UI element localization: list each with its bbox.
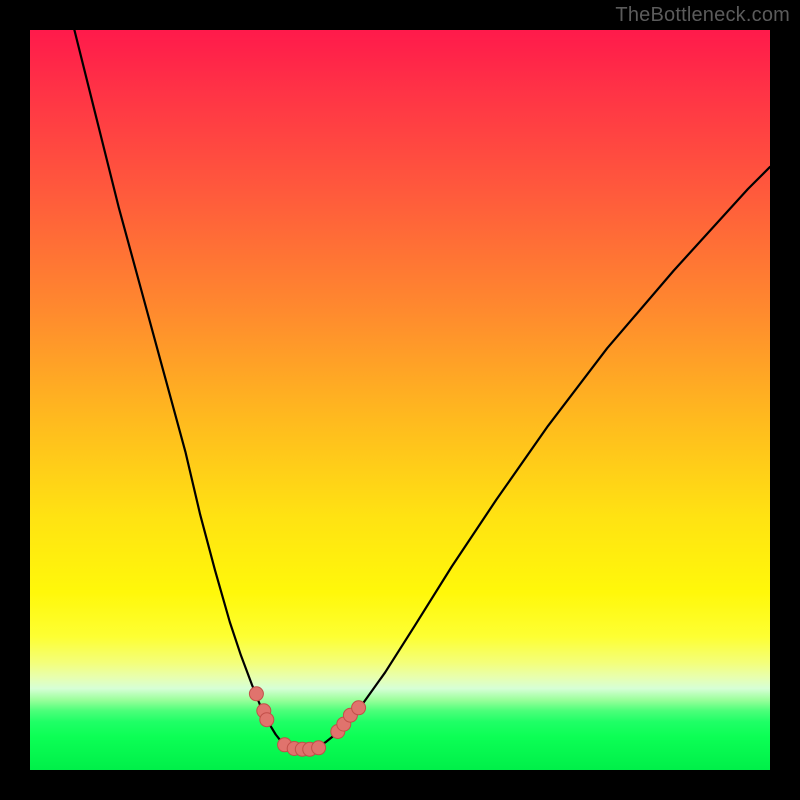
data-marker bbox=[249, 687, 263, 701]
data-marker bbox=[260, 713, 274, 727]
bottleneck-curve bbox=[74, 30, 770, 749]
watermark-text: TheBottleneck.com bbox=[615, 4, 790, 27]
marker-group bbox=[249, 687, 365, 757]
chart-frame: TheBottleneck.com bbox=[0, 0, 800, 800]
data-marker bbox=[352, 701, 366, 715]
plot-area bbox=[30, 30, 770, 770]
curve-group bbox=[74, 30, 770, 749]
data-marker bbox=[312, 741, 326, 755]
curve-layer bbox=[30, 30, 770, 770]
